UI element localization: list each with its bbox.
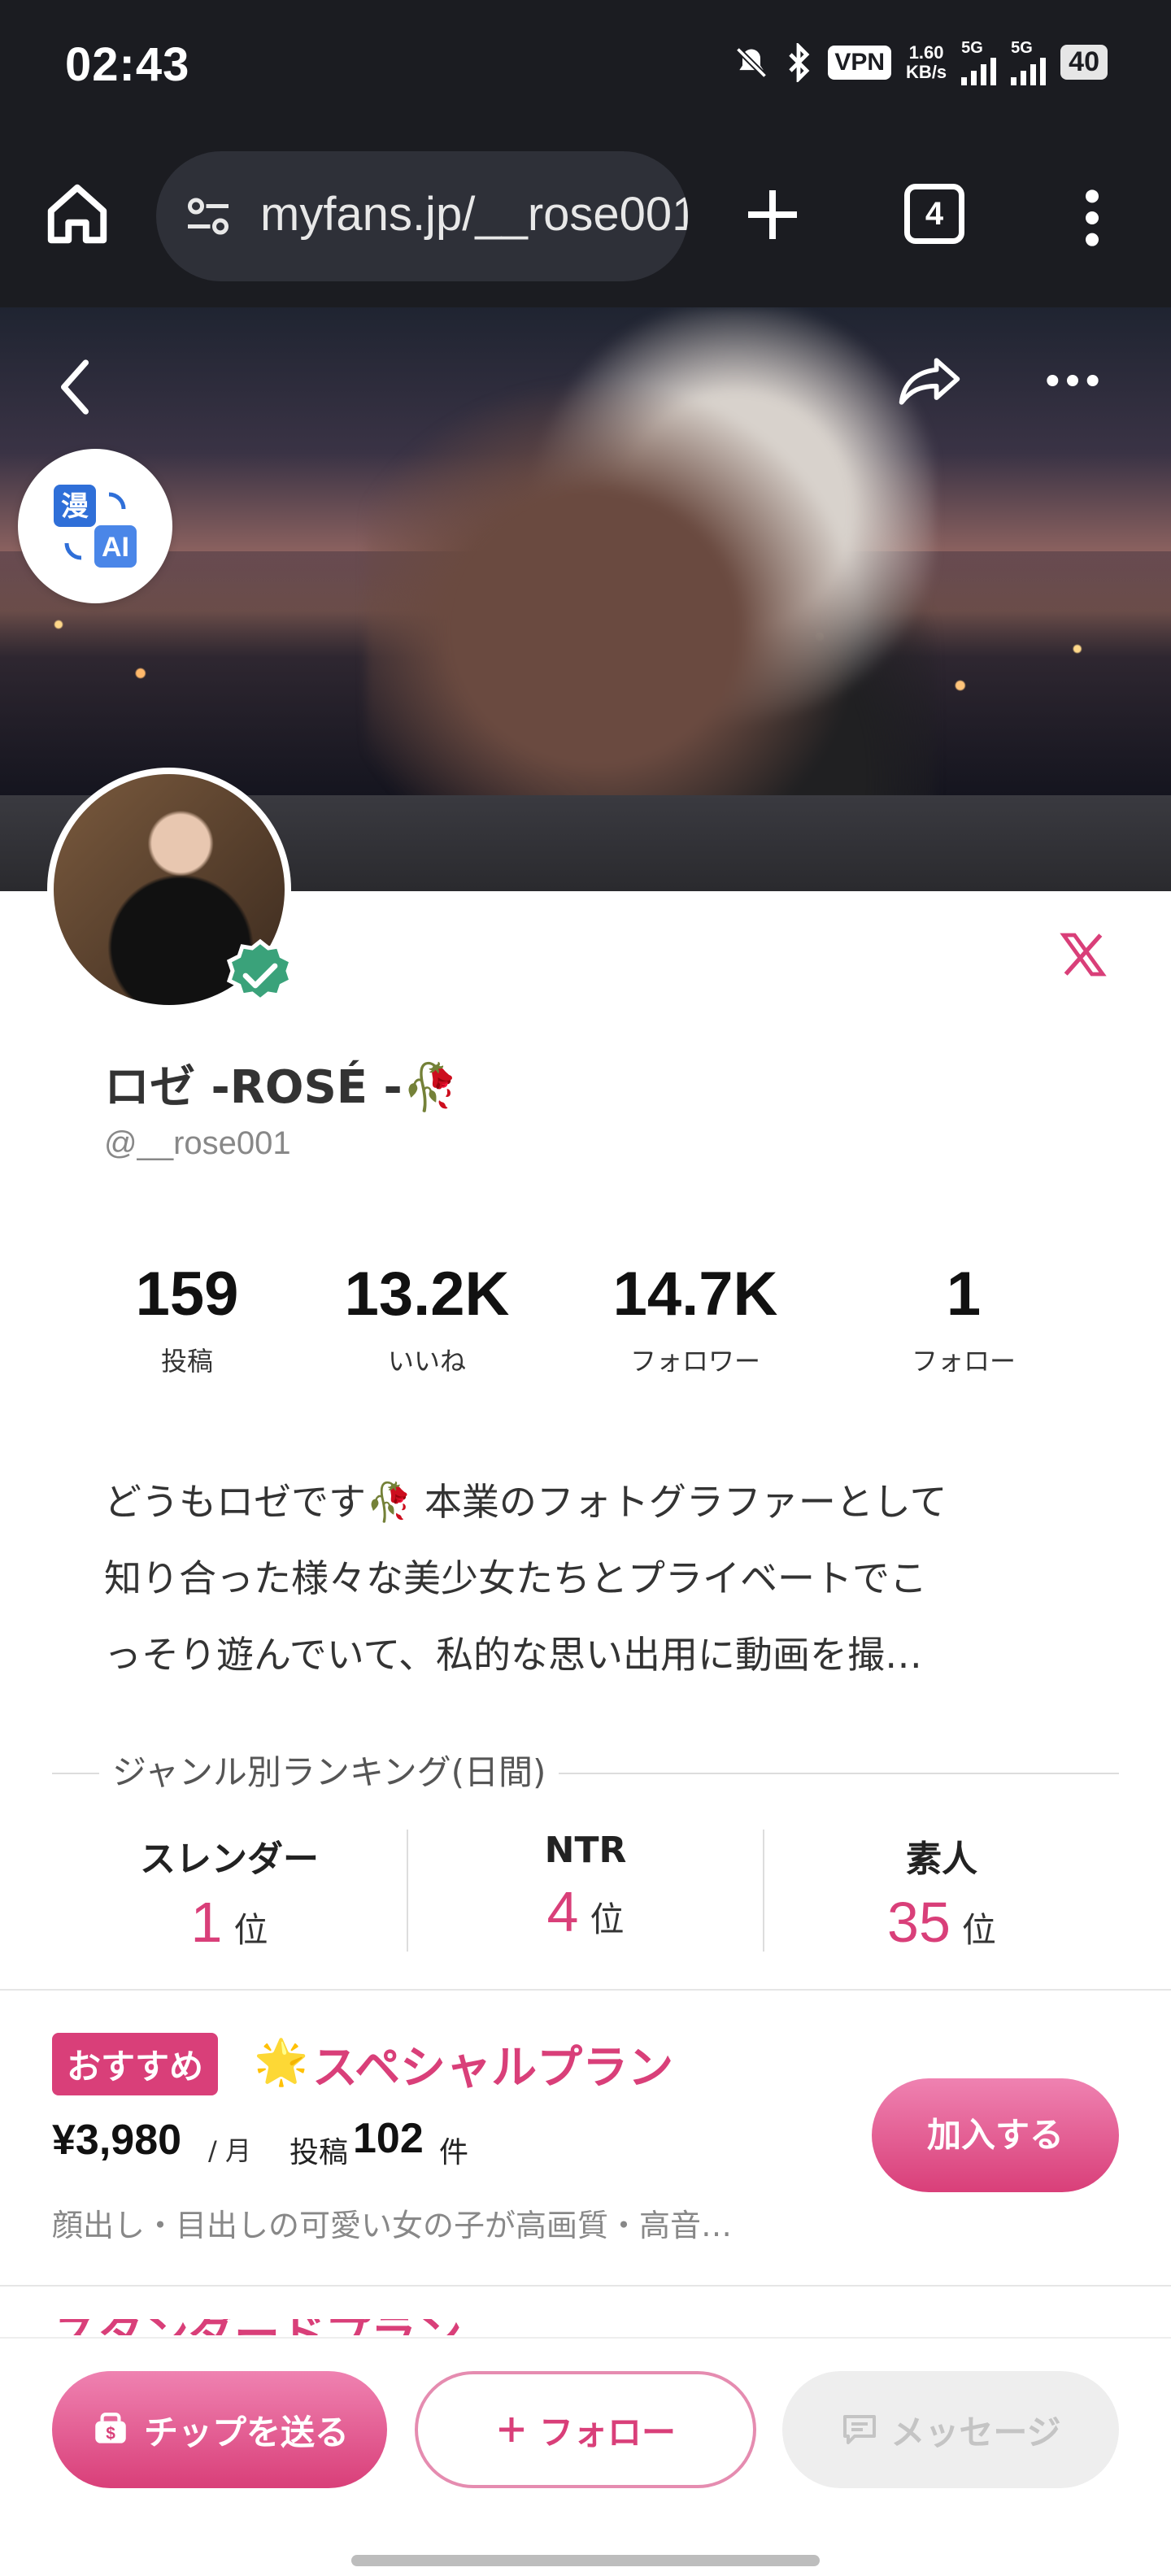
- signal-bars-icon: [961, 58, 997, 85]
- stat-label: 投稿: [160, 1346, 213, 1377]
- stat-value: 159: [135, 1260, 239, 1329]
- message-button[interactable]: メッセージ: [782, 2371, 1119, 2488]
- profile-bio[interactable]: どうもロゼです🥀 本業のフォトグラファーとして 知り合った様々な美少女たちとプラ…: [104, 1464, 1080, 1693]
- plan-name: スペシャルプラン: [312, 2042, 674, 2095]
- svg-text:AI: AI: [102, 532, 129, 563]
- ranking-item[interactable]: スレンダー 1位: [52, 1830, 408, 1954]
- home-icon[interactable]: [42, 179, 112, 249]
- site-settings-icon[interactable]: [184, 192, 233, 241]
- ranking-genre: NTR: [544, 1830, 627, 1871]
- section-divider: [0, 2285, 1171, 2287]
- status-time: 02:43: [65, 38, 190, 91]
- tab-switcher-button[interactable]: 4: [904, 184, 964, 244]
- section-divider: [0, 1989, 1171, 1991]
- star-icon: 🌟: [254, 2036, 309, 2087]
- status-bar: 02:43 VPN 1.60 KB/s 5G 5G 40: [0, 0, 1171, 130]
- ai-translate-icon: 漫 AI: [54, 485, 137, 568]
- bio-line: どうもロゼです🥀 本業のフォトグラファーとして: [104, 1480, 947, 1524]
- follow-button[interactable]: フォロー: [415, 2371, 756, 2488]
- stat-label: フォロワー: [629, 1346, 760, 1377]
- bottom-action-bar: $ チップを送る フォロー メッセージ: [0, 2337, 1171, 2576]
- plan-posts-label: 投稿: [289, 2136, 349, 2169]
- more-horiz-icon[interactable]: [1043, 364, 1103, 397]
- ranking-item[interactable]: 素人 35 位: [764, 1830, 1119, 1954]
- ranking-list: スレンダー 1位 NTR 4位 素人 35 位: [52, 1830, 1119, 1954]
- stat-likes[interactable]: 13.2K いいね: [293, 1259, 561, 1381]
- status-icons: VPN 1.60 KB/s 5G 5G 40: [734, 39, 1108, 85]
- x-twitter-icon[interactable]: [1057, 929, 1109, 981]
- address-bar[interactable]: myfans.jp/__rose001: [156, 151, 688, 281]
- ranking-number: 4: [546, 1880, 579, 1943]
- send-tip-label: チップを送る: [143, 2412, 349, 2452]
- ranking-header: ジャンル別ランキング(日間): [52, 1745, 1119, 1802]
- profile-stats: 159 投稿 13.2K いいね 14.7K フォロワー 1 フォロー: [81, 1259, 1106, 1381]
- home-indicator[interactable]: [351, 2555, 820, 2566]
- signal-sim1: 5G: [961, 39, 997, 85]
- browser-toolbar: myfans.jp/__rose001 4: [0, 130, 1171, 307]
- bio-line: っそり遊んでいて、私的な思い出用に動画を撮…: [104, 1633, 923, 1677]
- signal-sim2: 5G: [1011, 39, 1047, 85]
- message-label: メッセージ: [890, 2412, 1061, 2452]
- ranking-genre: 素人: [906, 1838, 977, 1880]
- stat-posts[interactable]: 159 投稿: [81, 1259, 293, 1381]
- ranking-unit: 位: [590, 1899, 625, 1939]
- profile-handle: @__rose001: [104, 1125, 291, 1161]
- send-tip-button[interactable]: $ チップを送る: [52, 2371, 387, 2488]
- tip-money-icon: $: [95, 2413, 126, 2443]
- signal-bars-icon: [1011, 58, 1047, 85]
- more-vert-icon[interactable]: [1072, 185, 1112, 250]
- plan-price: ¥3,980: [52, 2117, 182, 2164]
- ai-translate-button[interactable]: 漫 AI: [18, 449, 172, 603]
- stat-value: 1: [946, 1260, 982, 1329]
- recommended-badge: おすすめ: [52, 2033, 219, 2095]
- verified-check-icon: [226, 938, 294, 1003]
- url-text[interactable]: myfans.jp/__rose001: [260, 187, 688, 242]
- ranking-item[interactable]: NTR 4位: [408, 1830, 764, 1952]
- plus-icon: [498, 2417, 524, 2442]
- svg-text:漫: 漫: [61, 490, 89, 523]
- plan-description: 顔出し・目出しの可愛い女の子が高画質・高音…: [52, 2208, 733, 2243]
- ranking-number: 1: [190, 1891, 223, 1954]
- battery-indicator: 40: [1060, 45, 1108, 80]
- ranking-unit: 位: [233, 1910, 268, 1950]
- join-plan-button[interactable]: 加入する: [872, 2078, 1119, 2192]
- vpn-badge: VPN: [828, 45, 892, 80]
- stat-following[interactable]: 1 フォロー: [829, 1259, 1098, 1381]
- next-plan-name: スタンダードプラン: [52, 2319, 540, 2335]
- message-icon: [843, 2415, 877, 2444]
- stat-value: 13.2K: [344, 1260, 510, 1329]
- ranking-number: 35: [887, 1891, 951, 1954]
- plan-period: / 月: [208, 2135, 251, 2166]
- svg-text:$: $: [106, 2424, 115, 2443]
- next-plan-peek: スタンダードプラン: [52, 2319, 540, 2335]
- stat-value: 14.7K: [612, 1260, 778, 1329]
- plan-posts-unit: 件: [439, 2136, 469, 2169]
- net-speed: 1.60 KB/s: [906, 41, 947, 82]
- bio-line: 知り合った様々な美少女たちとプライベートでこ: [104, 1556, 927, 1600]
- mute-bell-icon: [736, 46, 768, 78]
- bluetooth-icon: [789, 42, 810, 82]
- profile-name: ロゼ -ROSÉ -🥀: [104, 1061, 459, 1114]
- follow-label: フォロー: [538, 2412, 676, 2452]
- plan-posts-count: 102: [353, 2115, 424, 2162]
- stat-label: フォロー: [911, 1346, 1016, 1377]
- share-icon[interactable]: [895, 353, 964, 410]
- back-chevron-icon[interactable]: [50, 355, 99, 420]
- plan-card[interactable]: おすすめ 🌟 スペシャルプラン ¥3,980 / 月 投稿 102 件 顔出し・…: [0, 1994, 1171, 2287]
- new-tab-icon[interactable]: [740, 182, 805, 247]
- ranking-title: ジャンル別ランキング(日間): [99, 1745, 559, 1795]
- ranking-genre: スレンダー: [140, 1838, 319, 1880]
- stat-followers[interactable]: 14.7K フォロワー: [561, 1259, 829, 1381]
- ranking-unit: 位: [961, 1910, 996, 1950]
- stat-label: いいね: [387, 1346, 466, 1377]
